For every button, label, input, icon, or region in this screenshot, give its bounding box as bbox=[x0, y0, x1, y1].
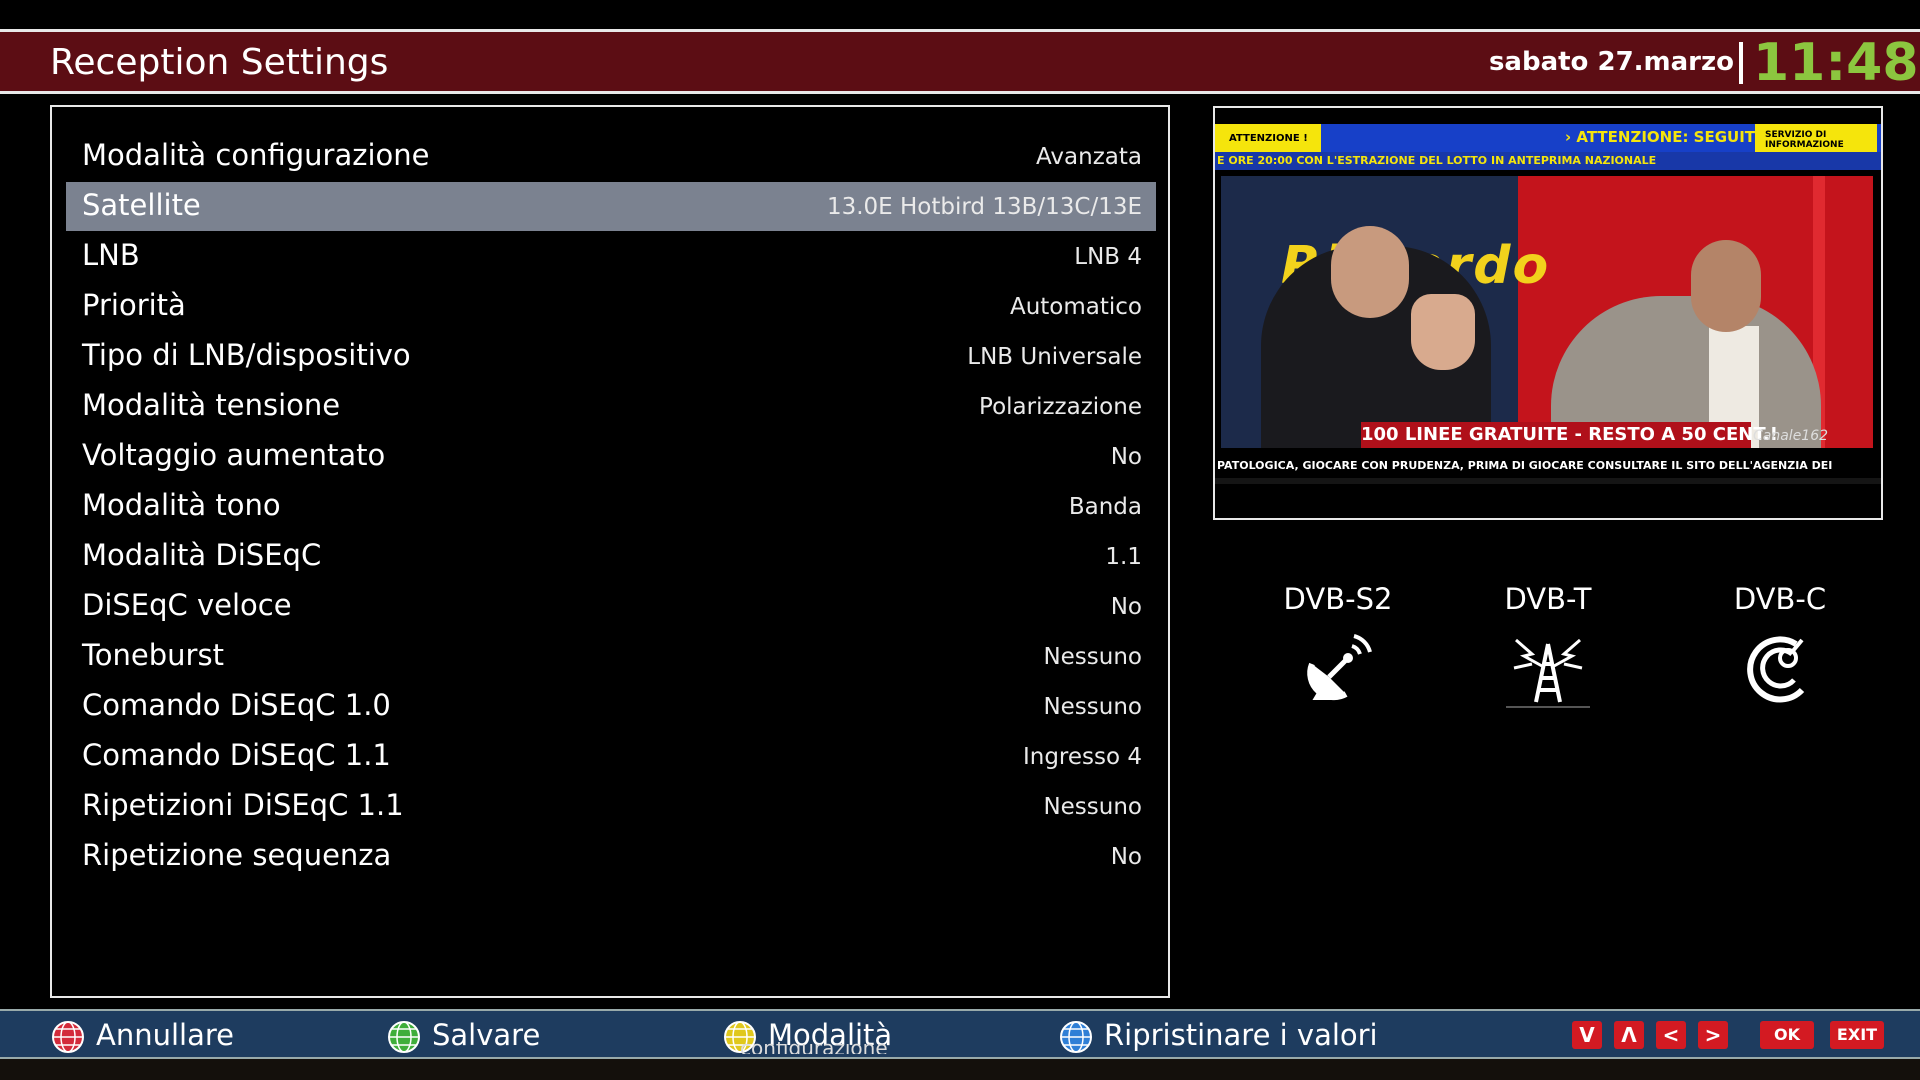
setting-row-tone-mode[interactable]: Modalità tono Banda bbox=[66, 482, 1156, 531]
nav-up-key[interactable]: Λ bbox=[1614, 1021, 1644, 1049]
clock-display: 11:48 bbox=[1753, 33, 1919, 93]
setting-label: Ripetizione sequenza bbox=[82, 838, 392, 872]
red-key-icon bbox=[52, 1021, 84, 1053]
header-separator bbox=[1739, 42, 1743, 84]
presenter-hand bbox=[1411, 294, 1475, 370]
setting-value: Nessuno bbox=[1043, 694, 1142, 720]
setting-label: Modalità tensione bbox=[82, 388, 341, 422]
setting-row-diseqc-mode[interactable]: Modalità DiSEqC 1.1 bbox=[66, 532, 1156, 581]
mode-sublabel: configurazione bbox=[740, 1042, 888, 1054]
preview-banner: 100 LINEE GRATUITE - RESTO A 50 CENT.! bbox=[1361, 422, 1778, 448]
setting-value: LNB 4 bbox=[1074, 244, 1142, 270]
setting-row-sequence-repeat[interactable]: Ripetizione sequenza No bbox=[66, 832, 1156, 881]
settings-panel: Modalità configurazione Avanzata Satelli… bbox=[50, 105, 1170, 998]
page-title: Reception Settings bbox=[50, 42, 389, 83]
setting-value: Avanzata bbox=[1036, 144, 1142, 170]
setting-value: LNB Universale bbox=[967, 344, 1142, 370]
setting-row-priority[interactable]: Priorità Automatico bbox=[66, 282, 1156, 331]
setting-value: Nessuno bbox=[1043, 644, 1142, 670]
setting-value: No bbox=[1110, 444, 1142, 470]
presenter-left-face bbox=[1331, 226, 1409, 318]
setting-row-increased-voltage[interactable]: Voltaggio aumentato No bbox=[66, 432, 1156, 481]
setting-label: Comando DiSEqC 1.1 bbox=[82, 738, 391, 772]
setting-row-diseqc-10-command[interactable]: Comando DiSEqC 1.0 Nessuno bbox=[66, 682, 1156, 731]
setting-label: LNB bbox=[82, 238, 140, 272]
setting-value: Polarizzazione bbox=[979, 394, 1142, 420]
nav-left-key[interactable]: < bbox=[1656, 1021, 1686, 1049]
setting-row-lnb[interactable]: LNB LNB 4 bbox=[66, 232, 1156, 281]
cable-icon bbox=[1747, 636, 1805, 703]
setting-row-toneburst[interactable]: Toneburst Nessuno bbox=[66, 632, 1156, 681]
setting-value: Banda bbox=[1068, 494, 1142, 520]
setting-label: DiSEqC veloce bbox=[82, 588, 292, 622]
setting-label: Comando DiSEqC 1.0 bbox=[82, 688, 391, 722]
setting-label: Toneburst bbox=[82, 638, 224, 672]
tuner-dvb-t[interactable]: DVB-T bbox=[1458, 582, 1638, 708]
preview-ticker-top: E ORE 20:00 CON L'ESTRAZIONE DEL LOTTO I… bbox=[1215, 152, 1881, 170]
tv-preview: ATTENZIONE ! › ATTENZIONE: SEGUITE LE SE… bbox=[1213, 106, 1883, 520]
setting-row-diseqc-11-command[interactable]: Comando DiSEqC 1.1 Ingresso 4 bbox=[66, 732, 1156, 781]
satellite-dish-icon bbox=[1307, 634, 1372, 701]
setting-row-voltage-mode[interactable]: Modalità tensione Polarizzazione bbox=[66, 382, 1156, 431]
setting-label: Satellite bbox=[82, 188, 201, 222]
setting-label: Modalità tono bbox=[82, 488, 281, 522]
setting-row-diseqc-11-repeats[interactable]: Ripetizioni DiSEqC 1.1 Nessuno bbox=[66, 782, 1156, 831]
setting-row-fast-diseqc[interactable]: DiSEqC veloce No bbox=[66, 582, 1156, 631]
tuner-label: DVB-T bbox=[1504, 582, 1592, 616]
antenna-tower-icon bbox=[1506, 638, 1590, 708]
tuner-dvb-s2[interactable]: DVB-S2 bbox=[1248, 582, 1428, 702]
setting-label: Voltaggio aumentato bbox=[82, 438, 386, 472]
green-key-icon bbox=[388, 1021, 420, 1053]
setting-label: Priorità bbox=[82, 288, 186, 322]
tuner-label: DVB-S2 bbox=[1283, 582, 1393, 616]
tuner-dvb-c[interactable]: DVB-C bbox=[1690, 582, 1870, 704]
setting-row-configuration-mode[interactable]: Modalità configurazione Avanzata bbox=[66, 132, 1156, 181]
tuner-label: DVB-C bbox=[1733, 582, 1827, 616]
setting-value: Ingresso 4 bbox=[1022, 744, 1142, 770]
setting-label: Modalità DiSEqC bbox=[82, 538, 322, 572]
cancel-label: Annullare bbox=[96, 1018, 234, 1052]
setting-value: Automatico bbox=[1009, 294, 1142, 320]
restore-defaults-label: Ripristinare i valori bbox=[1104, 1018, 1378, 1052]
date-display: sabato 27.marzo bbox=[1488, 47, 1734, 77]
preview-scene: Riccardo 100 LINEE GRATUITE - RESTO A 50… bbox=[1221, 176, 1873, 448]
setting-label: Modalità configurazione bbox=[82, 138, 430, 172]
footer-bar: Annullare Salvare Modalità Ripristinare … bbox=[0, 1009, 1920, 1059]
exit-key[interactable]: EXIT bbox=[1830, 1021, 1884, 1049]
setting-row-lnb-type[interactable]: Tipo di LNB/dispositivo LNB Universale bbox=[66, 332, 1156, 381]
channel-watermark: Canale162 bbox=[1753, 428, 1829, 444]
presenter-right-face bbox=[1691, 240, 1761, 332]
preview-bottom-line bbox=[1215, 478, 1881, 484]
nav-right-key[interactable]: > bbox=[1698, 1021, 1728, 1049]
ok-key[interactable]: OK bbox=[1760, 1021, 1814, 1049]
setting-label: Tipo di LNB/dispositivo bbox=[82, 338, 411, 372]
setting-label: Ripetizioni DiSEqC 1.1 bbox=[82, 788, 404, 822]
header-bar: Reception Settings sabato 27.marzo 11:48 bbox=[0, 29, 1920, 94]
blue-key-icon bbox=[1060, 1021, 1092, 1053]
setting-value: 1.1 bbox=[1105, 544, 1142, 570]
save-label: Salvare bbox=[432, 1018, 541, 1052]
preview-badge-left: ATTENZIONE ! bbox=[1215, 124, 1321, 152]
setting-value: Nessuno bbox=[1043, 794, 1142, 820]
setting-value: No bbox=[1110, 844, 1142, 870]
setting-row-satellite[interactable]: Satellite 13.0E Hotbird 13B/13C/13E bbox=[66, 182, 1156, 231]
setting-value: No bbox=[1110, 594, 1142, 620]
nav-down-key[interactable]: V bbox=[1572, 1021, 1602, 1049]
footer-underlay bbox=[0, 1059, 1920, 1080]
preview-ticker-bottom: PATOLOGICA, GIOCARE CON PRUDENZA, PRIMA … bbox=[1215, 454, 1881, 478]
setting-value: 13.0E Hotbird 13B/13C/13E bbox=[826, 194, 1142, 220]
